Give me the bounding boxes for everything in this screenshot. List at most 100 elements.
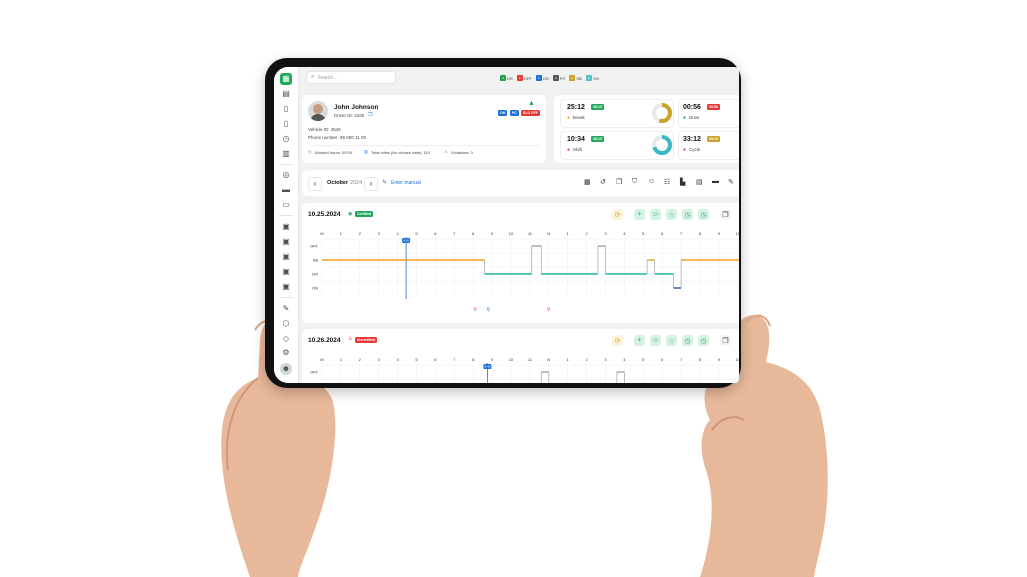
file-icon[interactable]: ▯ (280, 118, 292, 130)
add-user-icon[interactable]: ☺ (650, 335, 661, 346)
star-icon[interactable]: ☆ (666, 209, 677, 220)
report-icon[interactable]: ▣ (280, 251, 292, 263)
shield-icon[interactable]: ⛉ (632, 178, 637, 186)
refresh-icon[interactable]: ⟳ (612, 209, 623, 220)
next-month-button[interactable]: › (364, 177, 378, 191)
clock-icon[interactable]: ◷ (698, 335, 709, 346)
hour-label: 10 (509, 357, 514, 362)
history-icon[interactable]: ↺ (600, 178, 606, 186)
hour-label: 11 (528, 357, 533, 362)
hour-label: 11 (528, 231, 533, 236)
dot-icon: ● (567, 115, 571, 121)
time-marker-label: 4:26 (403, 239, 409, 243)
pc-icon: ● (552, 75, 559, 81)
add-user-icon[interactable]: ☺ (650, 209, 661, 220)
timer-value: 00:56 (683, 104, 701, 111)
copy-icon[interactable]: ❐ (368, 112, 372, 118)
timer-badge: 05:15 (591, 104, 604, 110)
avatar[interactable]: ☻ (280, 363, 292, 375)
break-ring (652, 103, 672, 123)
timer-break: 25:12 05:15 ● Break (560, 99, 674, 128)
edit-icon[interactable]: ✎ (280, 303, 292, 315)
file-icon[interactable]: ▯ (280, 103, 292, 115)
log-graph-2: M1234567891011N12345678910OFFSB8:45 (310, 357, 739, 383)
refresh-icon[interactable]: ⟳ (612, 335, 623, 346)
status-legend: ● DR ● OFF ● ON ● PC ● SB ● YM (500, 75, 599, 81)
dot-icon: ● (567, 147, 571, 153)
copy-icon[interactable]: ❐ (720, 335, 731, 346)
copy-icon[interactable]: ❐ (616, 178, 622, 186)
report-icon[interactable]: ▣ (280, 266, 292, 278)
calendar-icon[interactable]: ▦ (584, 178, 591, 186)
hour-label: 1 (340, 357, 343, 362)
phone-number: Phone number: 99 000 11 00 (308, 135, 366, 140)
document-icon[interactable]: ▤ (696, 178, 703, 186)
hour-label: 4 (623, 231, 626, 236)
clock-icon[interactable]: ◷ (682, 209, 693, 220)
driver-card: John Johnson Driver ID: 2330 ❐ Vehicle I… (302, 95, 546, 163)
timer-badge: 00:56 (707, 104, 720, 110)
timer-label: Break (573, 115, 585, 120)
log-card-2: 10.26.2024 ⚠ Uncertified ⟳ + ☺ ☆ ◷ ◷ ❐ M… (302, 329, 739, 383)
hour-label: 7 (680, 357, 683, 362)
status-label: OFF (310, 244, 319, 249)
edit-icon[interactable]: ✎ (728, 178, 734, 186)
legend-item-sb: ● SB (569, 75, 582, 81)
time-marker-label: 8:45 (484, 365, 490, 369)
status-badge-on: ON (498, 110, 508, 116)
log-graph-1: M 1 2 3 4 5 6 7 8 9 10 11 N 1 2 3 4 5 6 7 8 9 10 OFF SB DR ON 4:26 ⚲… (310, 231, 739, 313)
document-icon[interactable]: ▤ (280, 88, 292, 100)
sidebar-divider (279, 215, 293, 216)
event-pin-icon: ⚲ (547, 307, 551, 313)
chart-icon[interactable]: ▙ (680, 178, 685, 186)
certified-badge: Certified (355, 211, 374, 217)
report-icon[interactable]: ▣ (280, 236, 292, 248)
hour-label: 1 (340, 231, 343, 236)
grid-icon[interactable]: ▦ (280, 73, 292, 85)
legend-label: DR (507, 75, 513, 81)
report-icon[interactable]: ▣ (280, 221, 292, 233)
copy-icon[interactable]: ❐ (720, 209, 731, 220)
list-icon[interactable]: ☷ (664, 178, 670, 186)
map-icon[interactable]: ▥ (280, 148, 292, 160)
truck-icon[interactable]: ▬ (280, 184, 292, 196)
shield-icon[interactable]: ◇ (280, 333, 292, 345)
hour-label: 7 (453, 357, 456, 362)
add-icon[interactable]: + (634, 335, 645, 346)
clock-icon[interactable]: ◷ (682, 335, 693, 346)
off-icon: ● (516, 75, 523, 81)
star-icon[interactable]: ☆ (666, 335, 677, 346)
status-badge-eld: ELD OFF (521, 110, 540, 116)
clock-icon[interactable]: ◷ (698, 209, 709, 220)
steering-icon[interactable]: ◎ (280, 169, 292, 181)
sb-icon: ● (569, 75, 576, 81)
truck-icon[interactable]: ▬ (712, 178, 719, 185)
hour-label: 8 (472, 357, 475, 362)
timer-value: 25:12 (567, 104, 585, 111)
user-settings-icon[interactable]: ☺ (648, 178, 655, 185)
vehicle-id: Vehicle ID: 4545 (308, 127, 341, 132)
timer-value: 10:34 (567, 136, 585, 143)
hour-label: 6 (434, 231, 437, 236)
search-input[interactable]: ⌕ Search... (306, 71, 396, 84)
prev-month-button[interactable]: ‹ (308, 177, 322, 191)
legend-label: SB (576, 75, 582, 81)
add-icon[interactable]: + (634, 209, 645, 220)
app-screen: ▦ ▤ ▯ ▯ ◷ ▥ ◎ ▬ ▭ ▣ ▣ ▣ ▣ ▣ ✎ ⬡ ◇ ⚙ ☻ ⌕ … (274, 67, 739, 383)
settings-icon[interactable]: ⚙ (280, 347, 292, 359)
box-icon[interactable]: ⬡ (280, 318, 292, 330)
enter-manual-link[interactable]: Enter manual (391, 180, 421, 186)
trailer-icon[interactable]: ▭ (280, 199, 292, 211)
driver-id: Driver ID: 2330 (334, 113, 365, 118)
edit-icon[interactable]: ✎ (382, 179, 387, 186)
sidebar-divider (279, 297, 293, 298)
clock-icon[interactable]: ◷ (280, 133, 292, 145)
worked-hours: Worked hours: 00:00 (315, 150, 353, 155)
timer-cycle: 33:12 05:15 ● Cycle (678, 131, 739, 160)
shift-ring (652, 135, 672, 155)
dot-icon: ● (683, 147, 687, 153)
report-icon[interactable]: ▣ (280, 281, 292, 293)
legend-item-off: ● OFF (516, 75, 532, 81)
hour-label: 2 (359, 231, 362, 236)
hour-label: 9 (718, 357, 721, 362)
